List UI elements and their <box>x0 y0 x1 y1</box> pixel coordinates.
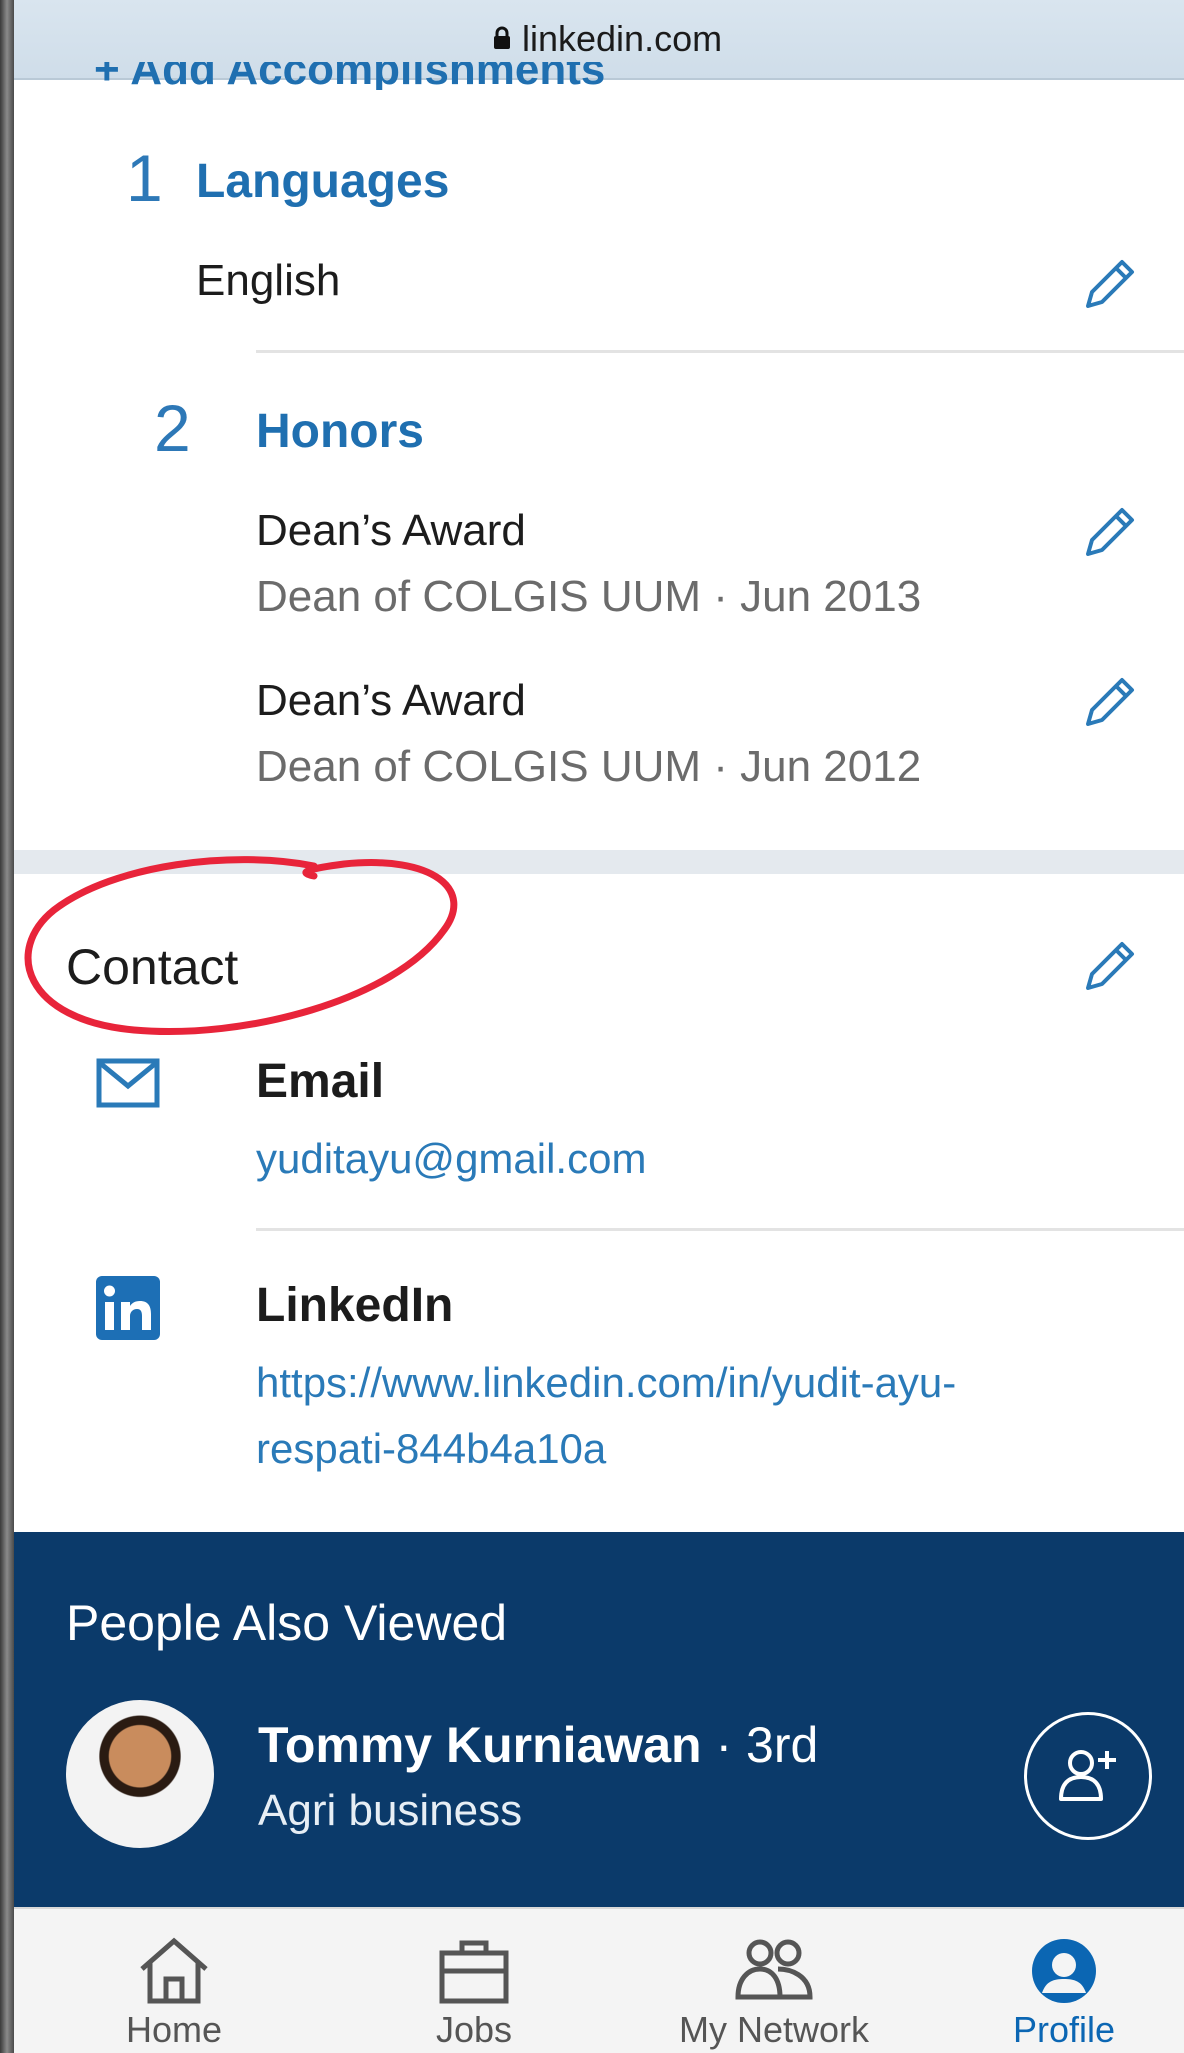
email-label: Email <box>256 1055 385 1108</box>
linkedin-label: LinkedIn <box>256 1279 454 1332</box>
edit-contact-pencil-icon[interactable] <box>1078 934 1142 998</box>
edit-pencil-icon[interactable] <box>1078 670 1142 734</box>
person-name[interactable]: Tommy Kurniawan · 3rd <box>258 1716 818 1774</box>
avatar[interactable] <box>66 1700 214 1848</box>
network-icon <box>735 1939 813 2000</box>
honor-title: Dean’s Award <box>256 676 526 725</box>
honors-count: 2 <box>154 391 191 465</box>
linkedin-url-line-1: https://www.linkedin.com/in/yudit-ayu- <box>256 1359 957 1406</box>
profile-icon <box>1032 1939 1096 2003</box>
add-person-icon <box>1059 1750 1116 1801</box>
home-icon <box>140 1937 208 2004</box>
tab-my-network[interactable]: My Network <box>644 1909 904 2053</box>
connection-degree: · 3rd <box>701 1717 819 1773</box>
phone-screen: linkedin.com + Add Accomplishments 1 Lan… <box>14 0 1184 2053</box>
tab-jobs[interactable]: Jobs <box>374 1909 574 2053</box>
languages-title[interactable]: Languages <box>196 154 449 209</box>
bottom-tab-bar: Home Jobs My Network Profile <box>14 1907 1184 2053</box>
honor-subtitle: Dean of COLGIS UUM · Jun 2012 <box>256 742 922 791</box>
divider <box>256 1228 1184 1231</box>
honor-subtitle: Dean of COLGIS UUM · Jun 2013 <box>256 572 922 621</box>
honor-title: Dean’s Award <box>256 506 526 555</box>
honors-title[interactable]: Honors <box>256 404 424 459</box>
email-link[interactable]: yuditayu@gmail.com <box>256 1126 646 1192</box>
linkedin-logo-icon <box>96 1276 160 1340</box>
linkedin-link[interactable]: https://www.linkedin.com/in/yudit-ayu- r… <box>256 1350 956 1482</box>
device-bezel <box>0 0 14 2053</box>
linkedin-url-line-2: respati-844b4a10a <box>256 1425 607 1472</box>
connect-button[interactable] <box>1024 1712 1152 1840</box>
edit-pencil-icon[interactable] <box>1078 500 1142 564</box>
envelope-icon <box>96 1058 160 1108</box>
red-annotation-circle <box>24 856 458 1036</box>
people-also-viewed-title: People Also Viewed <box>66 1595 508 1651</box>
url-text: linkedin.com <box>522 18 723 59</box>
edit-pencil-icon[interactable] <box>1078 252 1142 316</box>
languages-count: 1 <box>126 141 163 215</box>
briefcase-icon <box>439 1940 509 2004</box>
language-item: English <box>196 256 341 305</box>
tab-home[interactable]: Home <box>74 1909 274 2053</box>
divider <box>256 350 1184 353</box>
person-headline: Agri business <box>258 1786 523 1835</box>
tab-profile[interactable]: Profile <box>964 1909 1164 2053</box>
add-accomplishments-heading[interactable]: + Add Accomplishments <box>94 62 605 90</box>
lock-icon <box>494 26 510 49</box>
